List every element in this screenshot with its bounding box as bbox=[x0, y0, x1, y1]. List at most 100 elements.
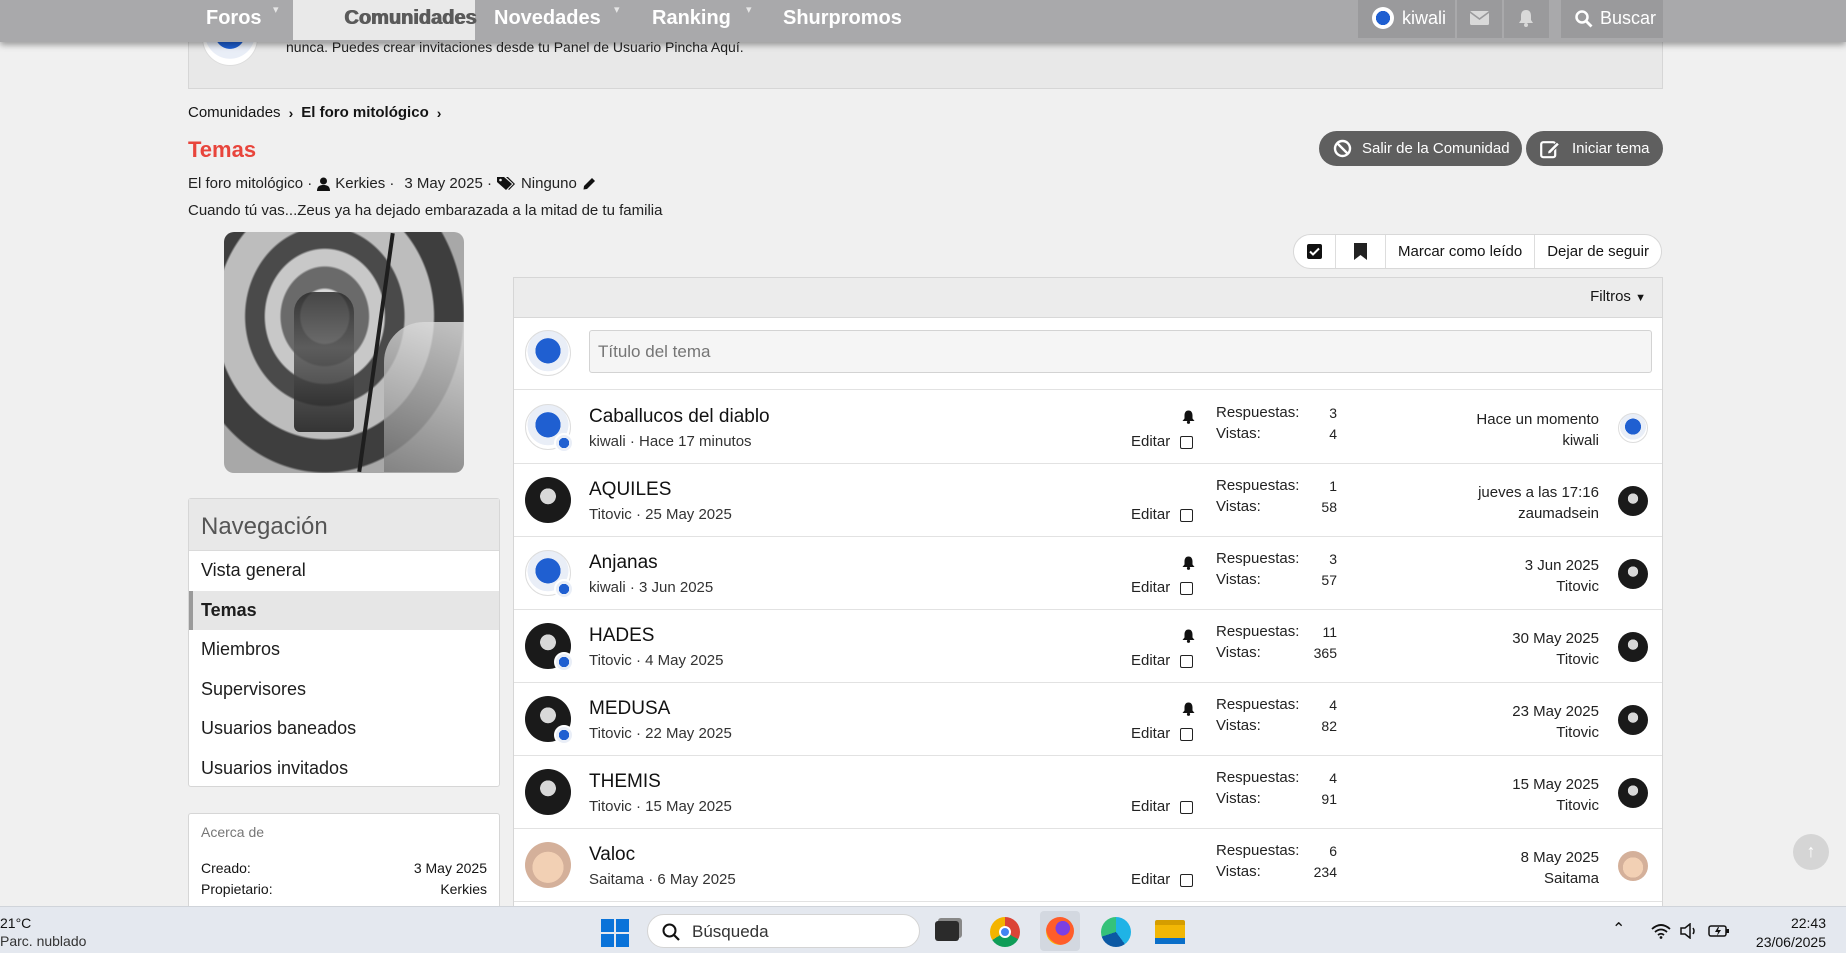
last-post-date[interactable]: jueves a las 17:16 bbox=[1478, 484, 1599, 501]
table-row[interactable]: THEMIS Titovic · 15 May 2025 Editar Respues… bbox=[514, 756, 1662, 829]
taskbar-search[interactable]: Búsqueda bbox=[647, 914, 920, 948]
last-post-user[interactable]: Titovic bbox=[1556, 724, 1599, 741]
select-checkbox[interactable] bbox=[1180, 655, 1193, 668]
table-row[interactable]: HADES Titovic · 4 May 2025 Editar Respuesta… bbox=[514, 610, 1662, 683]
breadcrumb-item-comunidades[interactable]: Comunidades bbox=[188, 104, 281, 121]
thread-title[interactable]: AQUILES bbox=[589, 479, 671, 501]
caret-down-icon[interactable]: ▾ bbox=[614, 0, 620, 28]
thread-meta[interactable]: kiwali · Hace 17 minutos bbox=[589, 433, 752, 450]
last-post-date[interactable]: 15 May 2025 bbox=[1512, 776, 1599, 793]
thread-title[interactable]: MEDUSA bbox=[589, 698, 670, 720]
last-poster-avatar[interactable] bbox=[1618, 778, 1648, 808]
inbox-button[interactable] bbox=[1457, 0, 1502, 38]
table-row[interactable]: Caballucos del diablo kiwali · Hace 17 mi… bbox=[514, 391, 1662, 464]
sidebar-item-usuarios-invitados[interactable]: Usuarios invitados bbox=[189, 749, 499, 789]
select-checkbox[interactable] bbox=[1180, 801, 1193, 814]
sidebar-item-miembros[interactable]: Miembros bbox=[189, 630, 499, 670]
thread-meta[interactable]: Saitama · 6 May 2025 bbox=[589, 871, 736, 888]
caret-down-icon[interactable]: ▾ bbox=[273, 0, 279, 28]
select-checkbox[interactable] bbox=[1180, 436, 1193, 449]
weather-temp[interactable]: 21°C bbox=[0, 915, 31, 931]
last-post-date[interactable]: Hace un momento bbox=[1476, 411, 1599, 428]
thread-meta[interactable]: kiwali · 3 Jun 2025 bbox=[589, 579, 713, 596]
thread-meta[interactable]: Titovic · 15 May 2025 bbox=[589, 798, 732, 815]
table-row[interactable]: Anjanas kiwali · 3 Jun 2025 Editar Respuest… bbox=[514, 537, 1662, 610]
last-poster-avatar[interactable] bbox=[1618, 413, 1648, 443]
last-poster-avatar[interactable] bbox=[1618, 486, 1648, 516]
last-poster-avatar[interactable] bbox=[1618, 632, 1648, 662]
select-checkbox[interactable] bbox=[1180, 509, 1193, 522]
chevron-up-icon[interactable]: ⌃ bbox=[1612, 919, 1625, 939]
nav-tab-comunidades[interactable]: Comunidades bbox=[293, 0, 477, 40]
thread-title[interactable]: Valoc bbox=[589, 844, 635, 866]
file-explorer-icon[interactable] bbox=[1155, 920, 1185, 944]
select-checkbox[interactable] bbox=[1180, 728, 1193, 741]
breadcrumb-item-foro[interactable]: El foro mitológico bbox=[301, 104, 429, 121]
user-menu-button[interactable]: kiwali bbox=[1358, 0, 1455, 38]
sidebar-item-temas[interactable]: Temas bbox=[189, 590, 499, 630]
select-checkbox[interactable] bbox=[1180, 582, 1193, 595]
thread-meta[interactable]: Titovic · 25 May 2025 bbox=[589, 506, 732, 523]
last-post-user[interactable]: Titovic bbox=[1556, 651, 1599, 668]
battery-icon[interactable] bbox=[1708, 923, 1730, 939]
scroll-top-button[interactable]: ↑ bbox=[1793, 834, 1829, 870]
avatar[interactable] bbox=[525, 842, 571, 888]
nav-tab-ranking[interactable]: Ranking ▾ bbox=[652, 0, 752, 38]
mark-read-button[interactable]: Marcar como leído bbox=[1386, 235, 1536, 268]
unfollow-button[interactable]: Dejar de seguir bbox=[1535, 235, 1661, 268]
thread-meta[interactable]: Titovic · 22 May 2025 bbox=[589, 725, 732, 742]
thread-title[interactable]: HADES bbox=[589, 625, 654, 647]
avatar[interactable] bbox=[525, 477, 571, 523]
last-post-date[interactable]: 23 May 2025 bbox=[1512, 703, 1599, 720]
edit-link[interactable]: Editar bbox=[1131, 579, 1170, 596]
sidebar-item-usuarios-baneados[interactable]: Usuarios baneados bbox=[189, 709, 499, 749]
sidebar-item-vista-general[interactable]: Vista general bbox=[189, 551, 499, 591]
last-post-user[interactable]: Saitama bbox=[1544, 870, 1599, 887]
last-post-user[interactable]: zaumadsein bbox=[1518, 505, 1599, 522]
chrome-icon[interactable] bbox=[990, 917, 1020, 947]
speaker-icon[interactable] bbox=[1680, 923, 1698, 939]
thread-title-input[interactable] bbox=[589, 330, 1652, 373]
avatar[interactable] bbox=[525, 769, 571, 815]
alerts-button[interactable] bbox=[1504, 0, 1549, 38]
caret-down-icon[interactable]: ▼ bbox=[1635, 292, 1646, 304]
task-view-icon[interactable] bbox=[935, 921, 959, 941]
edit-link[interactable]: Editar bbox=[1131, 433, 1170, 450]
bookmark-button[interactable] bbox=[1336, 235, 1386, 268]
edit-link[interactable]: Editar bbox=[1131, 506, 1170, 523]
windows-start-icon[interactable] bbox=[601, 919, 629, 947]
thread-title[interactable]: Anjanas bbox=[589, 552, 658, 574]
filters-button[interactable]: Filtros bbox=[1590, 288, 1631, 305]
nav-tab-shurpromos[interactable]: Shurpromos bbox=[783, 0, 902, 38]
about-owner-value[interactable]: Kerkies bbox=[440, 881, 487, 897]
leave-community-button[interactable]: Salir de la Comunidad bbox=[1319, 131, 1522, 166]
last-post-date[interactable]: 3 Jun 2025 bbox=[1525, 557, 1599, 574]
last-post-user[interactable]: Titovic bbox=[1556, 797, 1599, 814]
weather-desc[interactable]: Parc. nublado bbox=[0, 933, 86, 949]
edge-icon[interactable] bbox=[1101, 917, 1131, 947]
firefox-button[interactable] bbox=[1040, 911, 1080, 951]
meta-owner[interactable]: Kerkies · bbox=[335, 175, 394, 192]
edit-link[interactable]: Editar bbox=[1131, 652, 1170, 669]
last-post-user[interactable]: Titovic bbox=[1556, 578, 1599, 595]
last-post-user[interactable]: kiwali bbox=[1562, 432, 1599, 449]
select-all-button[interactable] bbox=[1294, 235, 1336, 268]
caret-down-icon[interactable]: ▾ bbox=[746, 0, 752, 28]
thread-title[interactable]: THEMIS bbox=[589, 771, 661, 793]
pencil-icon[interactable] bbox=[582, 176, 597, 191]
edit-link[interactable]: Editar bbox=[1131, 871, 1170, 888]
edit-link[interactable]: Editar bbox=[1131, 725, 1170, 742]
last-poster-avatar[interactable] bbox=[1618, 705, 1648, 735]
table-row[interactable]: AQUILES Titovic · 25 May 2025 Editar Respue… bbox=[514, 464, 1662, 537]
last-post-date[interactable]: 8 May 2025 bbox=[1521, 849, 1599, 866]
wifi-icon[interactable] bbox=[1651, 923, 1671, 939]
new-thread-button[interactable]: Iniciar tema bbox=[1526, 131, 1663, 166]
clock-time[interactable]: 22:43 bbox=[1791, 915, 1826, 931]
thread-title[interactable]: Caballucos del diablo bbox=[589, 406, 770, 428]
sidebar-item-supervisores[interactable]: Supervisores bbox=[189, 670, 499, 710]
table-row[interactable]: Valoc Saitama · 6 May 2025 Editar Respuesta… bbox=[514, 829, 1662, 902]
clock-date[interactable]: 23/06/2025 bbox=[1756, 934, 1826, 950]
thread-meta[interactable]: Titovic · 4 May 2025 bbox=[589, 652, 724, 669]
search-button[interactable]: Buscar bbox=[1561, 0, 1663, 38]
nav-tab-novedades[interactable]: Novedades ▾ bbox=[494, 0, 620, 38]
